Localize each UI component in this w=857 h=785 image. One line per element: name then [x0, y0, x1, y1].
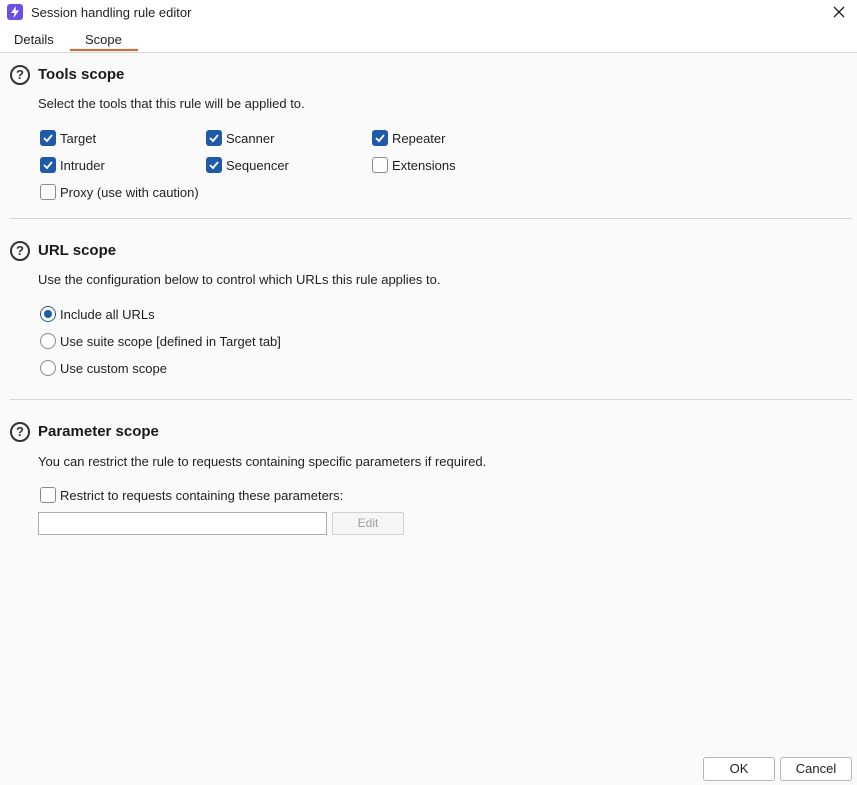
- radio-custom-scope[interactable]: [40, 360, 56, 376]
- checkbox-restrict-parameters[interactable]: [40, 487, 56, 503]
- cancel-button[interactable]: Cancel: [780, 757, 852, 781]
- radio-include-all-urls-label: Include all URLs: [60, 307, 155, 322]
- url-scope-heading: URL scope: [38, 242, 117, 259]
- window-title: Session handling rule editor: [31, 5, 192, 20]
- parameters-input[interactable]: [38, 512, 327, 535]
- divider: [10, 399, 852, 400]
- tab-bar: Details Scope: [0, 26, 857, 53]
- radio-suite-scope-label: Use suite scope [defined in Target tab]: [60, 334, 281, 349]
- checkbox-proxy[interactable]: [40, 184, 56, 200]
- checkbox-proxy-label: Proxy (use with caution): [60, 185, 199, 200]
- url-scope-description: Use the configuration below to control w…: [38, 272, 441, 287]
- help-icon[interactable]: ?: [10, 241, 30, 261]
- checkbox-restrict-parameters-label: Restrict to requests containing these pa…: [60, 488, 344, 503]
- checkbox-repeater-label: Repeater: [392, 131, 446, 146]
- edit-button[interactable]: Edit: [332, 512, 404, 535]
- tools-scope-heading: Tools scope: [38, 66, 125, 83]
- close-icon[interactable]: [831, 4, 847, 20]
- checkbox-target[interactable]: [40, 130, 56, 146]
- active-tab-indicator: [70, 49, 138, 51]
- checkbox-extensions[interactable]: [372, 157, 388, 173]
- checkbox-intruder[interactable]: [40, 157, 56, 173]
- app-lightning-icon: [7, 4, 23, 20]
- parameter-scope-description: You can restrict the rule to requests co…: [38, 454, 487, 469]
- help-icon[interactable]: ?: [10, 422, 30, 442]
- parameter-scope-heading: Parameter scope: [38, 423, 159, 440]
- checkbox-scanner-label: Scanner: [226, 131, 275, 146]
- tools-scope-description: Select the tools that this rule will be …: [38, 96, 305, 111]
- checkbox-scanner[interactable]: [206, 130, 222, 146]
- checkbox-target-label: Target: [60, 131, 97, 146]
- radio-include-all-urls[interactable]: [40, 306, 56, 322]
- checkbox-sequencer[interactable]: [206, 157, 222, 173]
- help-icon[interactable]: ?: [10, 65, 30, 85]
- checkbox-intruder-label: Intruder: [60, 158, 105, 173]
- checkbox-extensions-label: Extensions: [392, 158, 456, 173]
- title-bar: Session handling rule editor: [0, 0, 857, 26]
- checkbox-repeater[interactable]: [372, 130, 388, 146]
- tab-scope[interactable]: Scope: [85, 32, 122, 47]
- radio-custom-scope-label: Use custom scope: [60, 361, 167, 376]
- divider: [10, 218, 852, 219]
- ok-button[interactable]: OK: [703, 757, 775, 781]
- checkbox-sequencer-label: Sequencer: [226, 158, 289, 173]
- radio-suite-scope[interactable]: [40, 333, 56, 349]
- tab-details[interactable]: Details: [14, 32, 54, 47]
